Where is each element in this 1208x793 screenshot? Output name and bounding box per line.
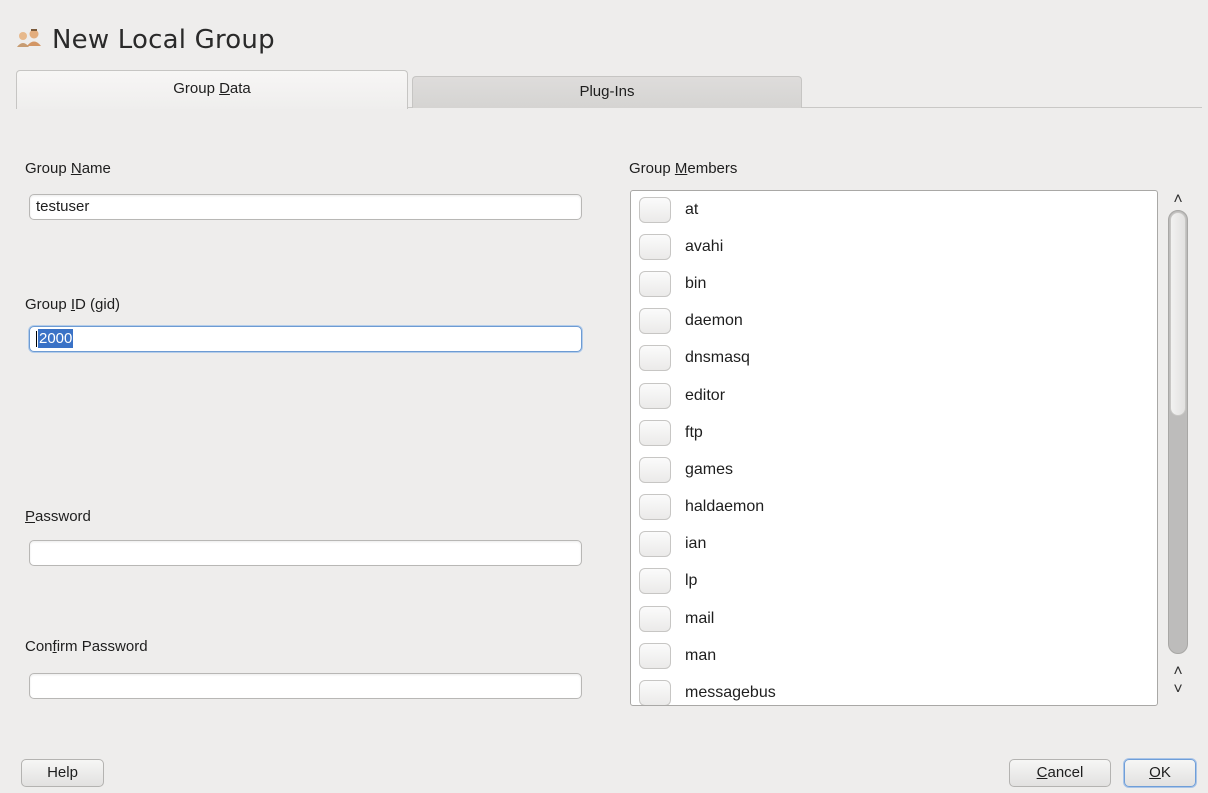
window-title-bar: New Local Group [14,22,275,58]
member-checkbox[interactable] [639,494,671,521]
member-checkbox[interactable] [639,456,671,483]
member-name: mail [685,609,715,627]
label-text: ame [81,160,111,177]
label-text: D (gid) [75,296,121,313]
list-item[interactable]: bin [631,265,1157,302]
member-checkbox[interactable] [639,270,671,297]
member-checkbox[interactable] [639,382,671,409]
button-mnemonic: O [1149,764,1161,781]
group-name-label: Group Name [25,160,111,177]
list-item[interactable]: at [631,191,1157,228]
list-item[interactable]: mail [631,600,1157,637]
confirm-password-label: Confirm Password [25,638,148,655]
member-name: avahi [685,237,724,255]
list-item[interactable]: avahi [631,228,1157,265]
tab-label: Group [173,80,220,97]
member-checkbox[interactable] [639,233,671,260]
list-item[interactable]: daemon [631,303,1157,340]
group-id-input[interactable]: 2000 [29,326,582,352]
list-item[interactable]: ian [631,526,1157,563]
member-name: man [685,646,717,664]
member-name: editor [685,386,726,404]
list-item[interactable]: lp [631,563,1157,600]
list-item[interactable]: ftp [631,414,1157,451]
list-item[interactable]: games [631,451,1157,488]
password-input[interactable] [29,540,582,566]
list-item[interactable]: man [631,637,1157,674]
button-label: K [1160,764,1171,781]
tab-bar: Group Data Plug-Ins [16,70,1202,109]
tab-plug-ins[interactable]: Plug-Ins [412,76,802,108]
member-checkbox[interactable] [639,531,671,558]
member-name: at [685,200,699,218]
password-label: Password [25,508,91,525]
member-name: dnsmasq [685,349,750,367]
member-checkbox[interactable] [639,196,671,223]
button-label: ancel [1047,764,1084,781]
member-checkbox[interactable] [639,345,671,372]
member-name: messagebus [685,684,776,702]
member-name: daemon [685,312,743,330]
list-item[interactable]: editor [631,377,1157,414]
confirm-password-input[interactable] [29,673,582,699]
dialog-title: New Local Group [52,25,275,55]
label-text: Con [25,638,53,655]
member-checkbox[interactable] [639,642,671,669]
scroll-up-arrow-icon[interactable]: ˄ [1163,190,1193,210]
group-members-label: Group Members [629,160,737,177]
tab-mnemonic: g [601,83,610,100]
label-mnemonic: N [70,160,82,177]
label-text: Group [25,296,71,313]
tab-label: ata [229,80,251,97]
tab-mnemonic: D [219,80,230,97]
list-item[interactable]: messagebus [631,674,1157,705]
label-text: irm Password [56,638,148,655]
group-members-list[interactable]: at avahi bin daemon dnsmasq editor ftp g… [630,190,1158,706]
member-checkbox[interactable] [639,419,671,446]
member-checkbox[interactable] [639,680,671,705]
scroll-up-arrow-icon[interactable]: ˄ [1163,662,1193,682]
help-button[interactable]: Help [21,759,104,787]
cancel-button[interactable]: Cancel [1009,759,1111,787]
scrollbar-thumb[interactable] [1170,212,1186,416]
label-mnemonic: P [25,508,36,525]
member-name: bin [685,274,707,292]
list-item[interactable]: haldaemon [631,489,1157,526]
member-name: lp [685,572,698,590]
button-mnemonic: C [1036,764,1048,781]
ok-button[interactable]: OK [1124,759,1196,787]
list-item[interactable]: dnsmasq [631,340,1157,377]
group-name-value: testuser [36,198,90,215]
group-id-value: 2000 [38,329,74,348]
scrollbar-track[interactable] [1168,210,1188,654]
label-mnemonic: M [674,160,688,177]
scroll-down-arrow-icon[interactable]: ˅ [1163,680,1193,700]
member-checkbox[interactable] [639,605,671,632]
member-name: haldaemon [685,498,765,516]
member-checkbox[interactable] [639,568,671,595]
member-name: ian [685,535,707,553]
member-checkbox[interactable] [639,308,671,335]
label-text: Group [629,160,675,177]
group-name-input[interactable]: testuser [29,194,582,220]
group-id-label: Group ID (gid) [25,296,120,313]
member-name: games [685,460,734,478]
members-scrollbar[interactable]: ˄ ˄ ˅ [1163,190,1193,706]
tab-label: -Ins [609,83,635,100]
button-label: Help [47,764,78,781]
text-caret [36,331,37,348]
tab-label: Plu [579,83,602,100]
label-text: embers [687,160,738,177]
label-text: Group [25,160,71,177]
tab-group-data[interactable]: Group Data [16,70,408,109]
member-name: ftp [685,423,703,441]
label-text: assword [35,508,91,525]
group-users-icon [14,27,44,53]
